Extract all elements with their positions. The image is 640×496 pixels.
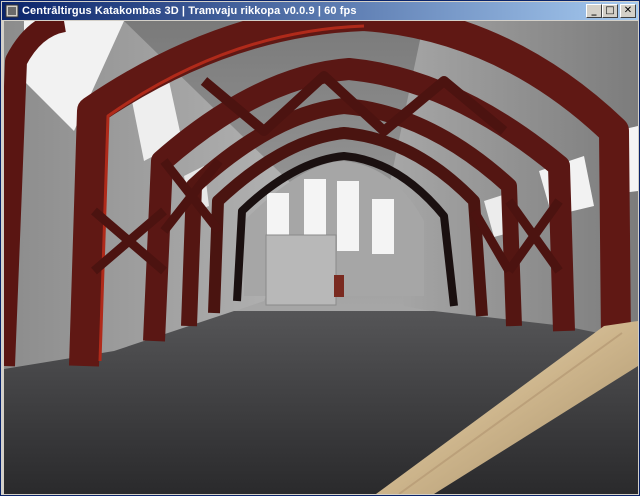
maximize-button[interactable]: □	[602, 4, 618, 18]
maximize-icon: □	[605, 5, 615, 16]
close-icon: ✕	[623, 5, 633, 16]
title-bar[interactable]: Centrāltirgus Katakombas 3D | Tramvaju r…	[2, 2, 638, 20]
minimize-icon: _	[591, 5, 597, 16]
game-viewport[interactable]	[4, 21, 638, 494]
center-pillar	[265, 234, 337, 306]
door	[334, 275, 344, 297]
minimize-button[interactable]: _	[586, 4, 602, 18]
app-window: Centrāltirgus Katakombas 3D | Tramvaju r…	[0, 0, 640, 496]
end-window-4	[372, 199, 394, 254]
app-icon	[5, 4, 19, 18]
window-title: Centrāltirgus Katakombas 3D | Tramvaju r…	[22, 5, 357, 17]
end-window-3	[337, 181, 359, 251]
scene-canvas	[4, 21, 638, 494]
close-button[interactable]: ✕	[620, 4, 636, 18]
